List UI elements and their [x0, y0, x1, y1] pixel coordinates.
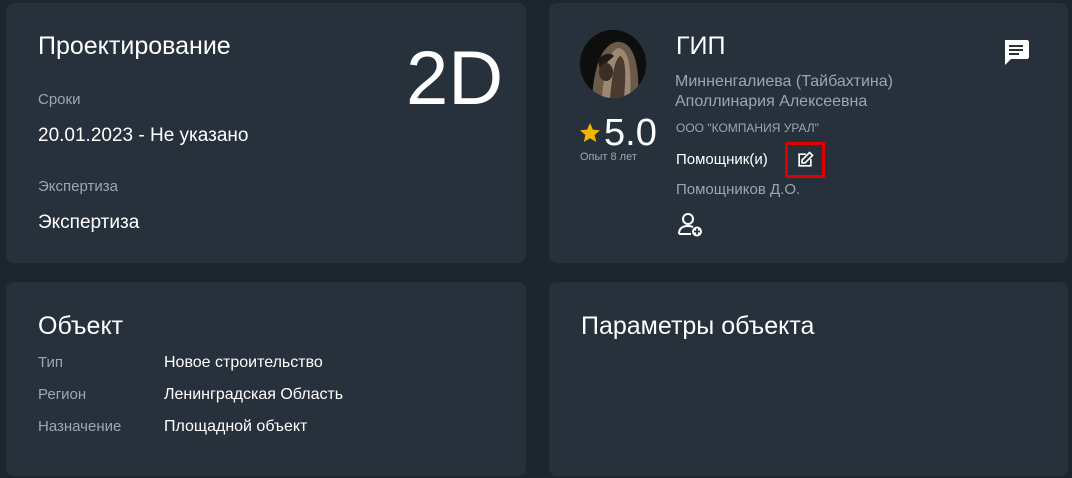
project-card: Проектирование 2D Сроки 20.01.2023 - Не …	[6, 3, 526, 263]
rating-value: 5.0	[604, 112, 657, 154]
deadline-label: Сроки	[38, 91, 81, 108]
object-purpose-label: Назначение	[38, 418, 122, 435]
helper-name: Помощников Д.О.	[676, 181, 801, 198]
experience-label: Опыт 8 лет	[580, 151, 637, 163]
add-user-button[interactable]	[676, 210, 706, 240]
object-params-card: Параметры объекта	[549, 282, 1068, 476]
deadline-value: 20.01.2023 - Не указано	[38, 125, 249, 146]
project-mode-indicator: 2D	[406, 36, 504, 121]
star-icon	[580, 123, 600, 142]
object-region-label: Регион	[38, 386, 87, 403]
expertise-value: Экспертиза	[38, 212, 140, 233]
gip-name-line2: Аполлинария Алексеевна	[675, 93, 868, 110]
comment-button[interactable]	[1001, 37, 1031, 67]
comment-icon	[1005, 40, 1029, 65]
rating: 5.0	[578, 113, 657, 153]
gip-company: ООО "КОМПАНИЯ УРАЛ"	[676, 121, 819, 135]
edit-helpers-button[interactable]	[785, 142, 825, 178]
gip-title: ГИП	[676, 32, 726, 60]
helpers-label: Помощник(и)	[676, 151, 768, 168]
project-title: Проектирование	[38, 32, 231, 60]
gip-name-line1: Минненгалиева (Тайбахтина)	[675, 73, 893, 90]
object-card: Объект Тип Новое строительство Регион Ле…	[6, 282, 526, 476]
gip-card: ГИП Минненгалиева (Тайбахтина) Аполлинар…	[549, 3, 1068, 263]
expertise-label: Экспертиза	[38, 178, 118, 195]
add-user-icon	[678, 213, 702, 237]
object-title: Объект	[38, 312, 124, 340]
object-region-value: Ленинградская Область	[164, 386, 344, 403]
object-type-label: Тип	[38, 354, 64, 371]
edit-icon	[798, 151, 814, 167]
avatar	[580, 30, 646, 98]
object-params-title: Параметры объекта	[581, 312, 815, 340]
object-purpose-value: Площадной объект	[164, 418, 308, 435]
object-type-value: Новое строительство	[164, 354, 323, 371]
